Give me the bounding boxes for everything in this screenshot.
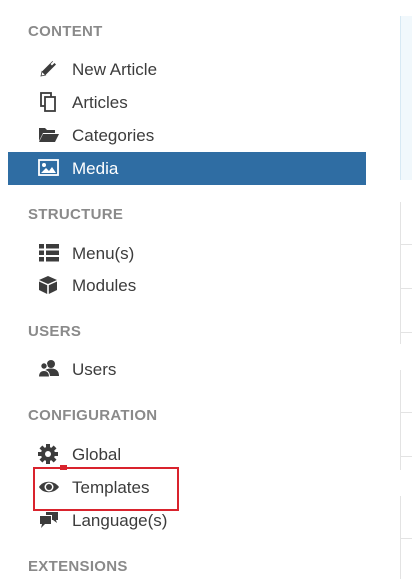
section-heading-structure: STRUCTURE [28,206,124,223]
copy-icon [40,92,56,112]
sidebar-item-label: Users [72,360,117,379]
pencil-icon [40,60,56,77]
sidebar-item-label: Media [72,159,119,178]
sidebar-item-label: New Article [72,60,158,79]
cube-icon [39,276,57,294]
list-icon [39,244,59,262]
gear-icon [38,444,58,464]
folder-open-icon [39,128,59,142]
admin-page: CONTENT New Article Articles Categories [0,0,412,579]
right-panel-info [400,16,412,180]
sidebar-item-categories[interactable]: Categories [8,119,366,152]
comments-icon [40,512,58,528]
sidebar-item-articles[interactable]: Articles [8,86,366,119]
sidebar-item-label: Menu(s) [72,244,135,263]
sidebar-item-modules[interactable]: Modules [8,269,366,302]
sidebar-item-label: Language(s) [72,511,168,530]
sidebar-item-users[interactable]: Users [8,353,366,386]
image-icon [38,159,59,176]
highlight-marker [60,465,67,470]
sidebar-item-menus[interactable]: Menu(s) [8,237,366,270]
right-panel-list [400,496,412,579]
right-panel-list [400,202,412,344]
sidebar-item-media[interactable]: Media [8,152,366,185]
sidebar-item-label: Categories [72,126,155,145]
section-heading-extensions: EXTENSIONS [28,558,128,575]
highlight-box [33,467,179,511]
section-heading-configuration: CONFIGURATION [28,407,158,424]
users-icon [38,360,59,378]
sidebar-item-new-article[interactable]: New Article [8,53,366,86]
sidebar-item-label: Modules [72,276,137,295]
sidebar-item-label: Articles [72,93,128,112]
right-panel-list [400,370,412,470]
section-heading-content: CONTENT [28,23,103,40]
section-heading-users: USERS [28,323,82,340]
sidebar-item-label: Global [72,445,122,464]
